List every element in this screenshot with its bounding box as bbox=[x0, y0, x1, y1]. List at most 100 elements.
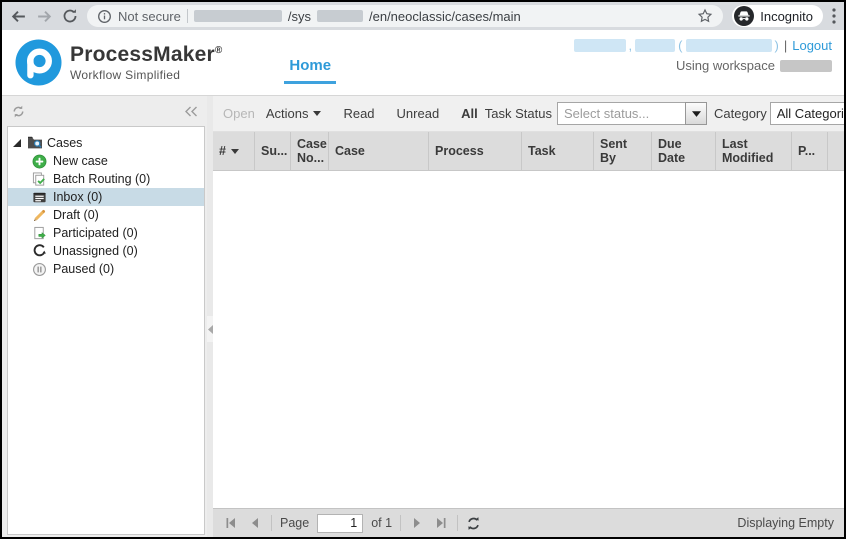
not-secure-label: Not secure bbox=[118, 9, 181, 24]
column-header-priority[interactable]: P... bbox=[792, 132, 828, 170]
sidebar-item-label: Inbox (0) bbox=[53, 190, 102, 204]
bookmark-star-icon[interactable] bbox=[697, 8, 713, 24]
all-button[interactable]: All bbox=[461, 106, 478, 121]
column-header-task[interactable]: Task bbox=[522, 132, 594, 170]
cases-panel: Open Actions Read Unread All Task Status bbox=[213, 96, 844, 537]
redacted-workspace-name bbox=[780, 60, 832, 72]
column-header-due-date[interactable]: Due Date bbox=[652, 132, 716, 170]
actions-menu-button[interactable]: Actions bbox=[266, 106, 322, 121]
batch-routing-icon bbox=[32, 171, 48, 187]
sidebar: Cases New case Batch Routing (0) bbox=[2, 96, 207, 537]
grid-body-empty bbox=[213, 171, 844, 508]
participated-icon bbox=[32, 225, 48, 241]
omnibox-divider bbox=[187, 9, 188, 23]
browser-back-button[interactable] bbox=[10, 8, 27, 25]
incognito-label: Incognito bbox=[760, 9, 813, 24]
tree-node-label: Cases bbox=[47, 136, 82, 150]
prev-page-button[interactable] bbox=[247, 517, 263, 529]
sidebar-item-label: Unassigned (0) bbox=[53, 244, 138, 258]
inbox-icon bbox=[32, 189, 48, 205]
redacted-host bbox=[194, 10, 282, 22]
category-input[interactable] bbox=[770, 102, 844, 125]
draft-pencil-icon bbox=[32, 207, 48, 223]
redacted-workspace-path bbox=[317, 10, 363, 22]
app-header: ProcessMaker® Workflow Simplified Home ,… bbox=[2, 30, 844, 96]
browser-forward-button[interactable] bbox=[36, 8, 53, 25]
main-nav: Home bbox=[284, 57, 336, 75]
page-number-input[interactable] bbox=[317, 514, 363, 533]
url-segment-sys: /sys bbox=[288, 9, 311, 24]
sidebar-item-label: New case bbox=[53, 154, 108, 168]
sidebar-item-label: Draft (0) bbox=[53, 208, 99, 222]
paging-toolbar: Page of 1 Displaying Empty bbox=[213, 508, 844, 537]
brand-registered-mark: ® bbox=[215, 45, 223, 56]
unread-button[interactable]: Unread bbox=[397, 106, 440, 121]
url-segment-path: /en/neoclassic/cases/main bbox=[369, 9, 521, 24]
redacted-username bbox=[686, 39, 772, 52]
page-label: Page bbox=[280, 516, 309, 530]
browser-reload-button[interactable] bbox=[62, 8, 78, 24]
cases-folder-icon bbox=[27, 135, 43, 151]
screen: Not secure /sys /en/neoclassic/cases/mai… bbox=[0, 0, 846, 539]
first-page-button[interactable] bbox=[223, 517, 239, 529]
brand: ProcessMaker® Workflow Simplified bbox=[2, 30, 222, 86]
column-header-stub bbox=[828, 132, 844, 170]
sidebar-item-participated[interactable]: Participated (0) bbox=[8, 224, 204, 242]
column-header-case-number[interactable]: Case No... bbox=[291, 132, 329, 170]
column-header-case[interactable]: Case bbox=[329, 132, 429, 170]
next-page-button[interactable] bbox=[409, 517, 425, 529]
sidebar-strip bbox=[2, 96, 207, 126]
tab-home[interactable]: Home bbox=[284, 57, 336, 84]
redacted-firstname bbox=[635, 39, 675, 52]
page-of-label: of 1 bbox=[371, 516, 392, 530]
tree-node-cases[interactable]: Cases bbox=[8, 134, 204, 152]
sidebar-item-label: Paused (0) bbox=[53, 262, 114, 276]
category-label: Category bbox=[714, 106, 767, 121]
splitter-collapse-handle[interactable] bbox=[207, 316, 213, 342]
column-header-sent-by[interactable]: Sent By bbox=[594, 132, 652, 170]
column-header-number[interactable]: # bbox=[213, 132, 255, 170]
chevron-down-icon bbox=[313, 111, 321, 116]
cases-tree: Cases New case Batch Routing (0) bbox=[7, 126, 205, 535]
expanded-caret-icon[interactable] bbox=[13, 139, 21, 147]
sidebar-item-batch-routing[interactable]: Batch Routing (0) bbox=[8, 170, 204, 188]
column-menu-icon[interactable] bbox=[231, 149, 239, 154]
column-header-process[interactable]: Process bbox=[429, 132, 522, 170]
sidebar-item-unassigned[interactable]: Unassigned (0) bbox=[8, 242, 204, 260]
collapse-panel-icon[interactable] bbox=[184, 105, 198, 118]
tree-refresh-icon[interactable] bbox=[11, 104, 26, 119]
paused-icon bbox=[32, 261, 48, 277]
last-page-button[interactable] bbox=[433, 517, 449, 529]
cases-toolbar: Open Actions Read Unread All Task Status bbox=[213, 96, 844, 132]
logout-link[interactable]: Logout bbox=[792, 38, 832, 53]
read-button[interactable]: Read bbox=[343, 106, 374, 121]
task-status-label: Task Status bbox=[485, 106, 552, 121]
browser-menu-button[interactable] bbox=[832, 8, 836, 24]
task-status-input[interactable] bbox=[557, 102, 685, 125]
brand-name: ProcessMaker® bbox=[70, 43, 222, 67]
panel-splitter[interactable] bbox=[207, 96, 213, 537]
user-block: , () | Logout Using workspace bbox=[574, 30, 844, 73]
incognito-badge: Incognito bbox=[732, 5, 823, 27]
redacted-lastname bbox=[574, 39, 626, 52]
refresh-grid-icon[interactable] bbox=[466, 516, 481, 531]
browser-toolbar: Not secure /sys /en/neoclassic/cases/mai… bbox=[2, 2, 844, 30]
task-status-dropdown-button[interactable] bbox=[685, 102, 707, 125]
sidebar-item-inbox[interactable]: Inbox (0) bbox=[8, 188, 204, 206]
column-header-summary[interactable]: Su... bbox=[255, 132, 291, 170]
open-button[interactable]: Open bbox=[223, 106, 255, 121]
info-icon[interactable] bbox=[97, 9, 112, 24]
workspace-label: Using workspace bbox=[676, 58, 775, 73]
address-bar[interactable]: Not secure /sys /en/neoclassic/cases/mai… bbox=[87, 5, 723, 27]
grid-header-row: # Su... Case No... Case Process Task Sen… bbox=[213, 132, 844, 171]
sidebar-item-label: Batch Routing (0) bbox=[53, 172, 150, 186]
sidebar-item-paused[interactable]: Paused (0) bbox=[8, 260, 204, 278]
displaying-status: Displaying Empty bbox=[737, 516, 834, 530]
new-case-icon bbox=[32, 153, 48, 169]
sidebar-item-label: Participated (0) bbox=[53, 226, 138, 240]
sidebar-item-new-case[interactable]: New case bbox=[8, 152, 204, 170]
column-header-last-modified[interactable]: Last Modified bbox=[716, 132, 792, 170]
processmaker-logo-icon bbox=[15, 39, 62, 86]
unassigned-icon bbox=[32, 243, 48, 259]
sidebar-item-draft[interactable]: Draft (0) bbox=[8, 206, 204, 224]
